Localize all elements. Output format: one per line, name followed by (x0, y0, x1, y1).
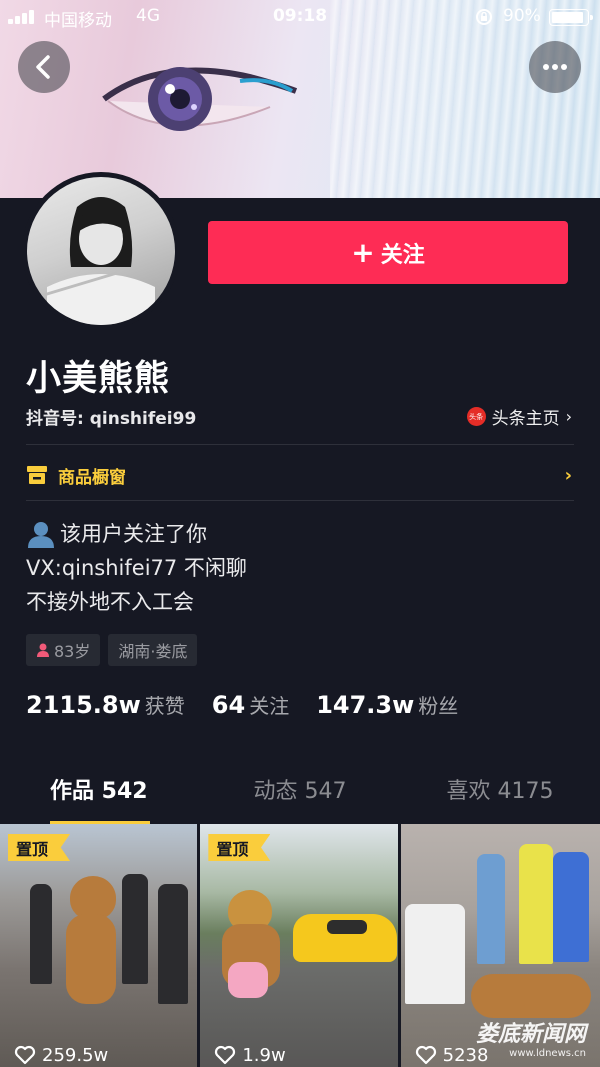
watermark-url: www.ldnews.cn (509, 1048, 586, 1059)
video-thumbnail[interactable]: 5238 娄底新闻网 www.ldnews.cn (400, 824, 600, 1067)
chevron-left-icon (36, 55, 50, 79)
bio-line: 不接外地不入工会 (26, 590, 194, 614)
bear-costume (470, 974, 591, 1018)
ellipsis-icon (543, 64, 567, 70)
yellow-car (293, 914, 398, 962)
profile-bio: 该用户关注了你 VX:qinshifei77 不闲聊 不接外地不入工会 (26, 517, 247, 619)
avatar-image (27, 177, 175, 325)
battery-icon (549, 9, 593, 26)
heart-icon (215, 1045, 236, 1065)
douyin-id: 抖音号: qinshifei99 (26, 409, 197, 429)
likes-count: 259.5w (42, 1044, 109, 1066)
product-showcase-link[interactable]: 商品橱窗 › (26, 458, 574, 492)
chevron-right-icon: › (565, 407, 572, 426)
profile-tags: 83岁 湖南·娄底 (26, 634, 198, 666)
user-silhouette-icon (28, 522, 54, 548)
shop-label: 商品橱窗 (58, 467, 126, 488)
following-label[interactable]: 关注 (249, 690, 289, 719)
tab-works[interactable]: 作品 542 (0, 770, 200, 824)
following-count[interactable]: 64 (212, 691, 245, 719)
profile-stats: 2115.8w 获赞 64 关注 147.3w 粉丝 (26, 690, 485, 719)
video-likes: 259.5w (14, 1043, 108, 1067)
followers-count[interactable]: 147.3w (316, 691, 414, 719)
status-bar: 中国移动 4G 09:18 90% (0, 0, 600, 34)
chevron-right-icon: › (564, 464, 572, 486)
toutiao-label: 头条主页 (491, 409, 560, 429)
likes-count: 1.9w (242, 1044, 286, 1066)
tab-likes[interactable]: 喜欢 4175 (400, 770, 600, 824)
age-tag: 83岁 (26, 634, 101, 666)
location-tag: 湖南·娄底 (108, 634, 198, 666)
tab-moments[interactable]: 动态 547 (200, 770, 400, 824)
video-thumbnail[interactable]: 置顶 1.9w (200, 824, 398, 1067)
follow-button[interactable]: + 关注 (208, 221, 568, 284)
video-grid: 置顶 259.5w 置顶 1.9w 5238 娄底新闻网 www.ldnews.… (0, 824, 600, 1067)
bio-line: VX:qinshifei77 不闲聊 (26, 556, 247, 580)
bio-line: 该用户关注了你 (60, 522, 207, 546)
rotation-lock-icon (476, 9, 492, 25)
banner-eye-illustration (102, 67, 298, 131)
battery-percent: 90% (503, 6, 541, 26)
location-text: 湖南·娄底 (118, 642, 188, 661)
pinned-badge: 置顶 (8, 834, 71, 861)
female-icon (37, 643, 49, 657)
age-text: 83岁 (54, 642, 91, 661)
back-button[interactable] (18, 41, 70, 93)
shop-icon (27, 466, 47, 484)
pinned-badge: 置顶 (208, 834, 271, 861)
heart-icon (14, 1045, 36, 1065)
likes-count: 2115.8w (26, 691, 141, 719)
likes-label: 获赞 (144, 694, 185, 718)
avatar[interactable] (22, 172, 180, 330)
video-thumbnail[interactable]: 置顶 259.5w (0, 824, 198, 1067)
plus-icon: + (351, 235, 375, 269)
watermark-text: 娄底新闻网 (475, 1022, 586, 1047)
news-watermark: 娄底新闻网 www.ldnews.cn (476, 1016, 586, 1059)
followers-label[interactable]: 粉丝 (418, 690, 458, 719)
video-likes: 1.9w (214, 1043, 286, 1067)
follow-label: 关注 (380, 242, 425, 268)
content-tabs: 作品 542 动态 547 喜欢 4175 (0, 770, 600, 824)
divider (26, 500, 574, 501)
more-options-button[interactable] (529, 41, 581, 93)
heart-icon (415, 1045, 436, 1065)
profile-name: 小美熊熊 (26, 359, 171, 399)
pink-toy-bike (228, 962, 269, 998)
toutiao-icon: 头条 (466, 407, 486, 426)
toutiao-homepage-link[interactable]: 头条 头条主页 › (466, 404, 572, 429)
divider (26, 444, 574, 445)
